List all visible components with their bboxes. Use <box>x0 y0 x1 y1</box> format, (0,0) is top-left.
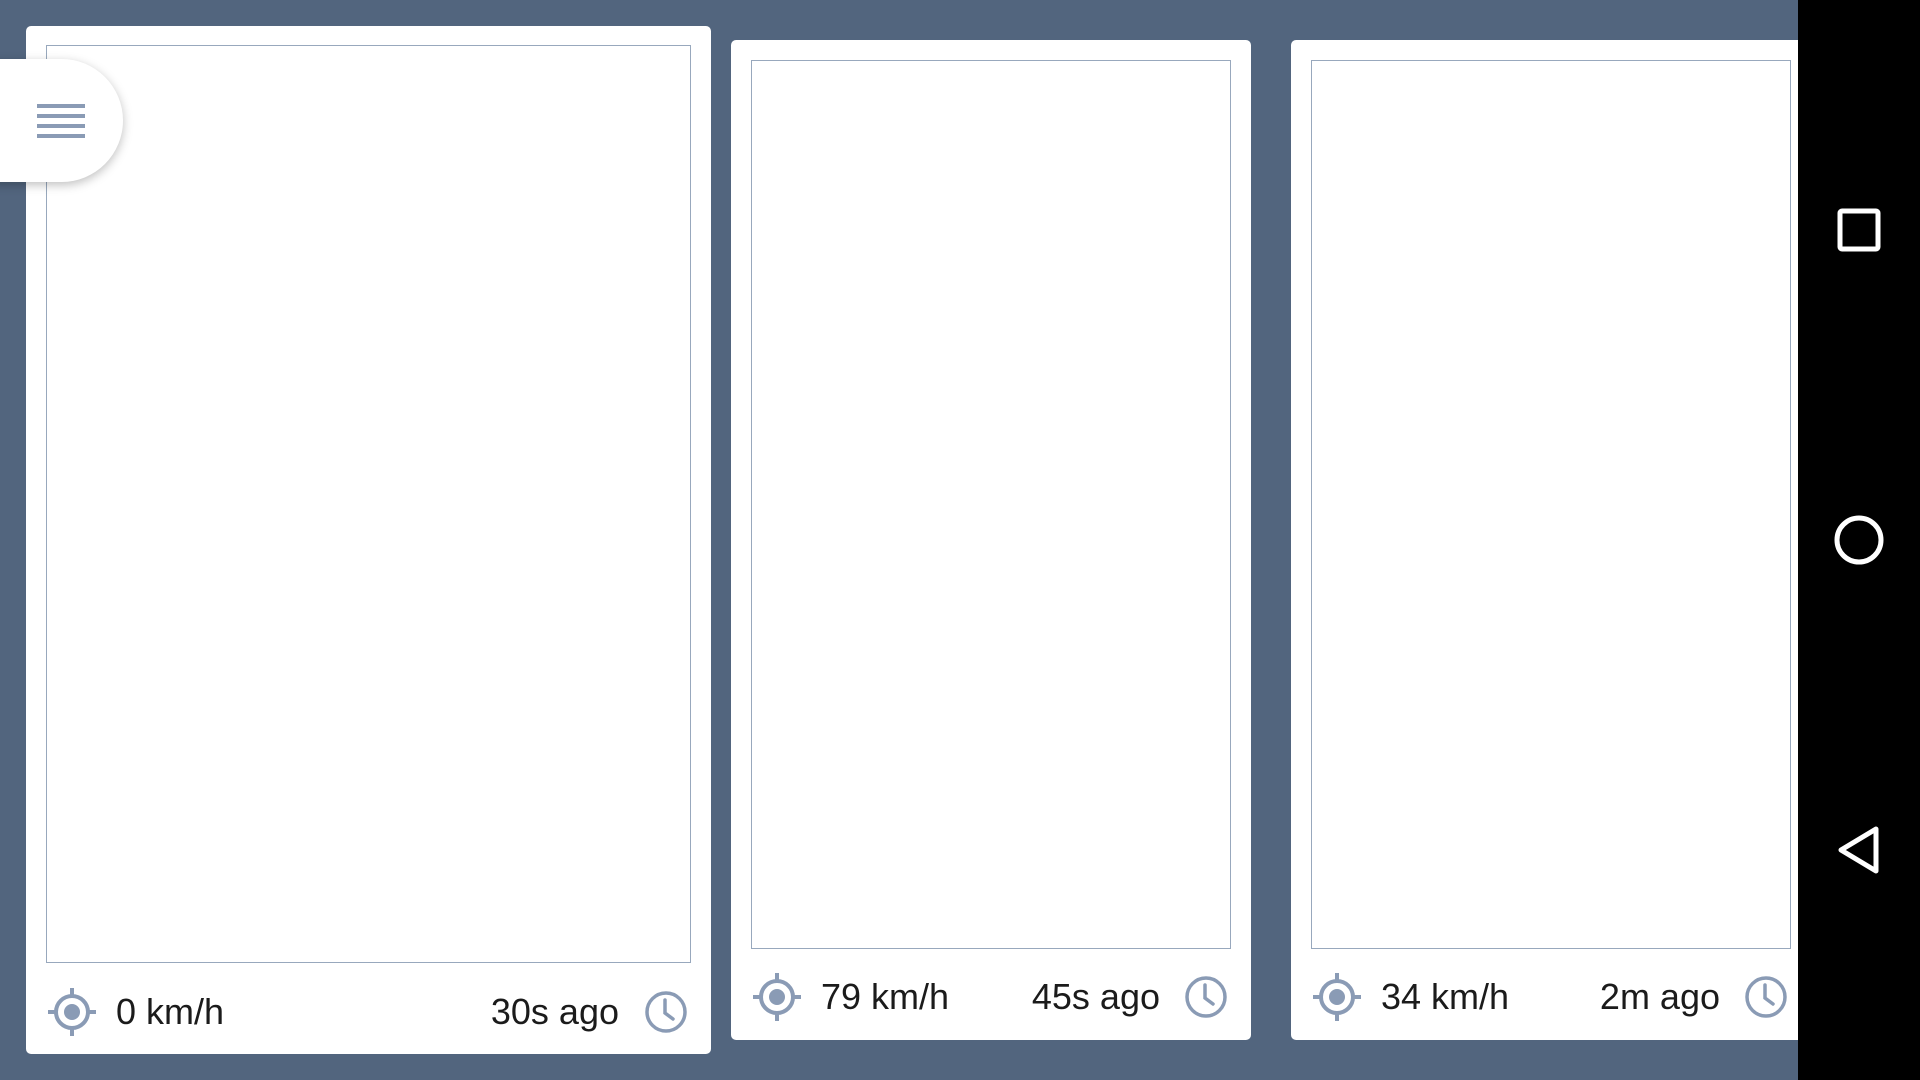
menu-button[interactable] <box>0 59 123 182</box>
vehicle-card-1[interactable]: 0 km/h 30s ago <box>26 26 711 1054</box>
last-update-time: 45s ago <box>1031 976 1160 1017</box>
home-circle-icon[interactable] <box>1819 500 1899 580</box>
back-triangle-icon[interactable] <box>1819 810 1899 890</box>
speed-value: 34 km/h <box>1381 976 1510 1017</box>
gps-location-icon <box>753 973 801 1021</box>
clock-icon <box>645 991 687 1033</box>
clock-icon <box>1745 976 1787 1018</box>
vehicle-card-2[interactable]: 79 km/h 45s ago <box>731 40 1251 1040</box>
hamburger-menu-icon <box>37 104 85 138</box>
card-footer: 34 km/h 2m ago <box>1291 969 1811 1025</box>
clock-icon <box>1185 976 1227 1018</box>
last-update-time: 2m ago <box>1599 976 1720 1017</box>
last-update-time: 30s ago <box>490 991 619 1032</box>
app-screen: 0 km/h 30s ago 79 km/h 45s ago 34 km/h 2… <box>0 0 1920 1080</box>
card-preview-area[interactable] <box>1311 60 1791 949</box>
recents-square-icon[interactable] <box>1819 190 1899 270</box>
card-footer: 0 km/h 30s ago <box>26 984 711 1040</box>
card-preview-area[interactable] <box>46 45 691 963</box>
card-preview-area[interactable] <box>751 60 1231 949</box>
speed-value: 79 km/h <box>821 976 950 1017</box>
gps-location-icon <box>1313 973 1361 1021</box>
gps-location-icon <box>48 988 96 1036</box>
system-navigation-bar <box>1798 0 1920 1080</box>
speed-value: 0 km/h <box>116 991 225 1032</box>
vehicle-card-3[interactable]: 34 km/h 2m ago <box>1291 40 1811 1040</box>
card-footer: 79 km/h 45s ago <box>731 969 1251 1025</box>
